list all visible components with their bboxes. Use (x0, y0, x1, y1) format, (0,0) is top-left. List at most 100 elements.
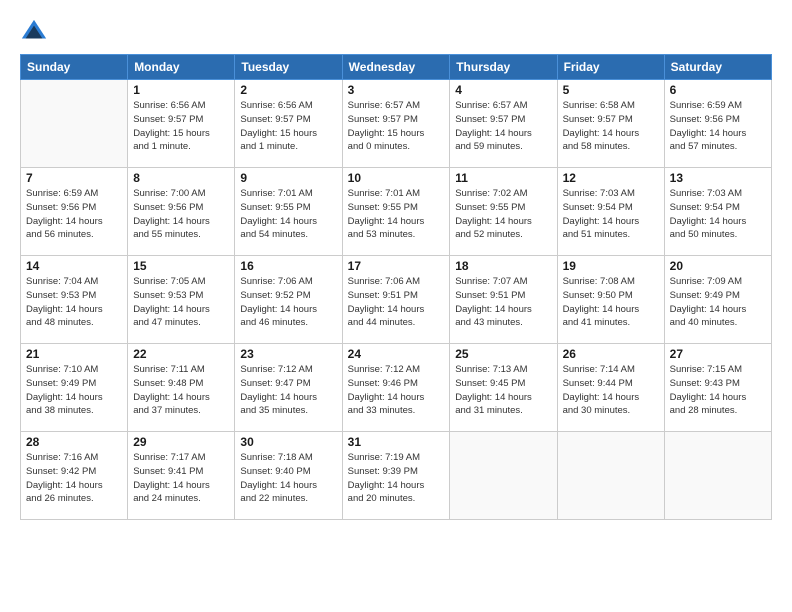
day-info: Sunrise: 7:17 AM Sunset: 9:41 PM Dayligh… (133, 451, 229, 506)
day-number: 17 (348, 259, 445, 273)
day-number: 5 (563, 83, 659, 97)
day-info: Sunrise: 7:00 AM Sunset: 9:56 PM Dayligh… (133, 187, 229, 242)
calendar-cell (21, 80, 128, 168)
calendar-cell: 1 Sunrise: 6:56 AM Sunset: 9:57 PM Daylig… (128, 80, 235, 168)
calendar-week-row: 14 Sunrise: 7:04 AM Sunset: 9:53 PM Dayli… (21, 256, 772, 344)
day-number: 21 (26, 347, 122, 361)
calendar-cell: 31 Sunrise: 7:19 AM Sunset: 9:39 PM Dayli… (342, 432, 450, 520)
day-info: Sunrise: 6:56 AM Sunset: 9:57 PM Dayligh… (133, 99, 229, 154)
day-number: 10 (348, 171, 445, 185)
day-info: Sunrise: 7:05 AM Sunset: 9:53 PM Dayligh… (133, 275, 229, 330)
calendar-cell (450, 432, 557, 520)
day-number: 28 (26, 435, 122, 449)
day-info: Sunrise: 7:03 AM Sunset: 9:54 PM Dayligh… (670, 187, 766, 242)
day-number: 23 (240, 347, 336, 361)
calendar-cell: 12 Sunrise: 7:03 AM Sunset: 9:54 PM Dayli… (557, 168, 664, 256)
day-info: Sunrise: 7:06 AM Sunset: 9:52 PM Dayligh… (240, 275, 336, 330)
calendar-cell: 27 Sunrise: 7:15 AM Sunset: 9:43 PM Dayli… (664, 344, 771, 432)
calendar-cell: 20 Sunrise: 7:09 AM Sunset: 9:49 PM Dayli… (664, 256, 771, 344)
day-info: Sunrise: 6:58 AM Sunset: 9:57 PM Dayligh… (563, 99, 659, 154)
calendar-header-row: SundayMondayTuesdayWednesdayThursdayFrid… (21, 55, 772, 80)
day-info: Sunrise: 7:14 AM Sunset: 9:44 PM Dayligh… (563, 363, 659, 418)
day-number: 1 (133, 83, 229, 97)
day-number: 13 (670, 171, 766, 185)
day-info: Sunrise: 7:19 AM Sunset: 9:39 PM Dayligh… (348, 451, 445, 506)
calendar-header-saturday: Saturday (664, 55, 771, 80)
calendar-cell: 22 Sunrise: 7:11 AM Sunset: 9:48 PM Dayli… (128, 344, 235, 432)
day-info: Sunrise: 7:06 AM Sunset: 9:51 PM Dayligh… (348, 275, 445, 330)
calendar-cell: 11Sunrise: 7:02 AM Sunset: 9:55 PM Dayli… (450, 168, 557, 256)
day-info: Sunrise: 7:11 AM Sunset: 9:48 PM Dayligh… (133, 363, 229, 418)
day-number: 31 (348, 435, 445, 449)
day-info: Sunrise: 7:07 AM Sunset: 9:51 PM Dayligh… (455, 275, 551, 330)
calendar-cell: 6 Sunrise: 6:59 AM Sunset: 9:56 PM Daylig… (664, 80, 771, 168)
calendar-week-row: 28 Sunrise: 7:16 AM Sunset: 9:42 PM Dayli… (21, 432, 772, 520)
calendar-cell: 23 Sunrise: 7:12 AM Sunset: 9:47 PM Dayli… (235, 344, 342, 432)
calendar-cell: 14 Sunrise: 7:04 AM Sunset: 9:53 PM Dayli… (21, 256, 128, 344)
calendar-header-tuesday: Tuesday (235, 55, 342, 80)
day-number: 15 (133, 259, 229, 273)
calendar-cell: 17 Sunrise: 7:06 AM Sunset: 9:51 PM Dayli… (342, 256, 450, 344)
calendar-cell: 19Sunrise: 7:08 AM Sunset: 9:50 PM Dayli… (557, 256, 664, 344)
day-info: Sunrise: 7:03 AM Sunset: 9:54 PM Dayligh… (563, 187, 659, 242)
calendar-header-monday: Monday (128, 55, 235, 80)
calendar-cell: 9 Sunrise: 7:01 AM Sunset: 9:55 PM Daylig… (235, 168, 342, 256)
header (20, 18, 772, 46)
calendar-cell: 18Sunrise: 7:07 AM Sunset: 9:51 PM Dayli… (450, 256, 557, 344)
day-number: 22 (133, 347, 229, 361)
day-info: Sunrise: 7:16 AM Sunset: 9:42 PM Dayligh… (26, 451, 122, 506)
day-number: 3 (348, 83, 445, 97)
calendar-week-row: 7 Sunrise: 6:59 AM Sunset: 9:56 PM Daylig… (21, 168, 772, 256)
day-info: Sunrise: 7:15 AM Sunset: 9:43 PM Dayligh… (670, 363, 766, 418)
day-number: 12 (563, 171, 659, 185)
day-number: 9 (240, 171, 336, 185)
calendar-cell: 21Sunrise: 7:10 AM Sunset: 9:49 PM Dayli… (21, 344, 128, 432)
day-number: 7 (26, 171, 122, 185)
calendar-cell: 25Sunrise: 7:13 AM Sunset: 9:45 PM Dayli… (450, 344, 557, 432)
calendar-cell: 7 Sunrise: 6:59 AM Sunset: 9:56 PM Daylig… (21, 168, 128, 256)
day-number: 16 (240, 259, 336, 273)
calendar-cell: 28 Sunrise: 7:16 AM Sunset: 9:42 PM Dayli… (21, 432, 128, 520)
day-number: 30 (240, 435, 336, 449)
calendar-header-friday: Friday (557, 55, 664, 80)
day-info: Sunrise: 7:12 AM Sunset: 9:47 PM Dayligh… (240, 363, 336, 418)
day-number: 20 (670, 259, 766, 273)
calendar-cell: 10Sunrise: 7:01 AM Sunset: 9:55 PM Dayli… (342, 168, 450, 256)
day-number: 26 (563, 347, 659, 361)
calendar-header-wednesday: Wednesday (342, 55, 450, 80)
day-info: Sunrise: 7:09 AM Sunset: 9:49 PM Dayligh… (670, 275, 766, 330)
day-info: Sunrise: 6:59 AM Sunset: 9:56 PM Dayligh… (26, 187, 122, 242)
calendar-cell: 30 Sunrise: 7:18 AM Sunset: 9:40 PM Dayli… (235, 432, 342, 520)
logo-icon (20, 18, 48, 46)
day-info: Sunrise: 7:04 AM Sunset: 9:53 PM Dayligh… (26, 275, 122, 330)
day-info: Sunrise: 6:57 AM Sunset: 9:57 PM Dayligh… (348, 99, 445, 154)
day-number: 6 (670, 83, 766, 97)
day-number: 25 (455, 347, 551, 361)
calendar-cell: 13 Sunrise: 7:03 AM Sunset: 9:54 PM Dayli… (664, 168, 771, 256)
calendar-header-thursday: Thursday (450, 55, 557, 80)
calendar-cell (664, 432, 771, 520)
day-number: 24 (348, 347, 445, 361)
day-number: 4 (455, 83, 551, 97)
day-number: 19 (563, 259, 659, 273)
day-info: Sunrise: 7:18 AM Sunset: 9:40 PM Dayligh… (240, 451, 336, 506)
day-info: Sunrise: 7:12 AM Sunset: 9:46 PM Dayligh… (348, 363, 445, 418)
day-number: 8 (133, 171, 229, 185)
day-number: 27 (670, 347, 766, 361)
day-info: Sunrise: 7:01 AM Sunset: 9:55 PM Dayligh… (240, 187, 336, 242)
calendar-cell: 16 Sunrise: 7:06 AM Sunset: 9:52 PM Dayli… (235, 256, 342, 344)
calendar-cell: 29 Sunrise: 7:17 AM Sunset: 9:41 PM Dayli… (128, 432, 235, 520)
day-number: 14 (26, 259, 122, 273)
calendar-cell: 4Sunrise: 6:57 AM Sunset: 9:57 PM Daylig… (450, 80, 557, 168)
day-info: Sunrise: 6:59 AM Sunset: 9:56 PM Dayligh… (670, 99, 766, 154)
calendar-cell: 5 Sunrise: 6:58 AM Sunset: 9:57 PM Daylig… (557, 80, 664, 168)
calendar-week-row: 21Sunrise: 7:10 AM Sunset: 9:49 PM Dayli… (21, 344, 772, 432)
day-number: 29 (133, 435, 229, 449)
calendar-cell: 15 Sunrise: 7:05 AM Sunset: 9:53 PM Dayli… (128, 256, 235, 344)
day-info: Sunrise: 6:56 AM Sunset: 9:57 PM Dayligh… (240, 99, 336, 154)
calendar-cell: 24 Sunrise: 7:12 AM Sunset: 9:46 PM Dayli… (342, 344, 450, 432)
calendar-cell: 3 Sunrise: 6:57 AM Sunset: 9:57 PM Daylig… (342, 80, 450, 168)
calendar-cell: 8 Sunrise: 7:00 AM Sunset: 9:56 PM Daylig… (128, 168, 235, 256)
calendar-cell (557, 432, 664, 520)
calendar-week-row: 1 Sunrise: 6:56 AM Sunset: 9:57 PM Daylig… (21, 80, 772, 168)
